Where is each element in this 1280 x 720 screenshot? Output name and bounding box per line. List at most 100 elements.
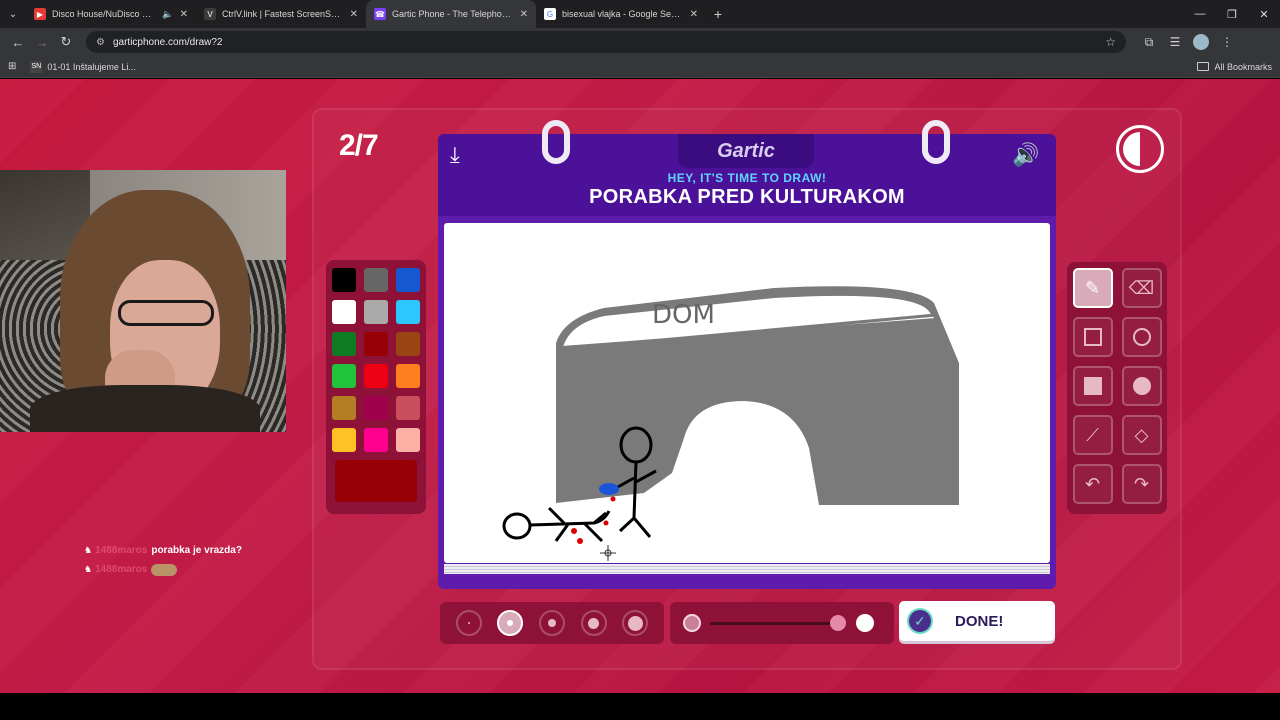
color-swatch[interactable] (396, 300, 420, 324)
site-info-icon[interactable]: ⚙ (96, 37, 105, 48)
eraser-icon: ⌫ (1128, 277, 1155, 298)
profile-avatar[interactable] (1193, 34, 1209, 50)
color-swatch[interactable] (364, 428, 388, 452)
filled-rectangle-tool-button[interactable] (1072, 366, 1113, 406)
brush-size-option[interactable] (580, 610, 607, 636)
stream-chat: ♞ 1488maros porabka je vrazda? ♞ 1488maro… (84, 541, 242, 579)
notebook-header: ⤓ Gartic 🔊 HEY, IT'S TIME TO DRAW! PORAB… (438, 134, 1056, 216)
rectangle-tool-button[interactable] (1072, 317, 1113, 357)
reading-list-icon[interactable]: ☰ (1162, 30, 1188, 54)
color-swatch[interactable] (364, 364, 388, 388)
brush-size-option[interactable] (622, 610, 649, 636)
binder-ring-left (542, 120, 570, 164)
color-swatch[interactable] (332, 268, 356, 292)
filled-ellipse-tool-button[interactable] (1121, 366, 1162, 406)
browser-tab[interactable]: V CtrlV.link | Fastest ScreenShot a ✕ (196, 0, 366, 28)
color-swatch[interactable] (332, 332, 356, 356)
color-swatch[interactable] (396, 428, 420, 452)
tab-close-icon[interactable]: ✕ (690, 9, 698, 20)
tab-close-icon[interactable]: ✕ (520, 9, 528, 20)
pen-tool-button[interactable]: ✎ (1072, 268, 1113, 308)
drawing-notebook: ⤓ Gartic 🔊 HEY, IT'S TIME TO DRAW! PORAB… (438, 120, 1056, 589)
color-swatch[interactable] (396, 332, 420, 356)
minimize-icon[interactable]: — (1184, 0, 1216, 28)
color-swatch[interactable] (364, 268, 388, 292)
extensions-icon[interactable]: ⧉ (1136, 30, 1162, 54)
chat-text: porabka je vrazda? (151, 545, 242, 556)
drawing-lying-body (529, 506, 611, 543)
brush-dot-icon (547, 619, 556, 627)
tab-audio-icon[interactable]: 🔈 (162, 9, 173, 20)
tab-search-chevron-icon[interactable]: ⌄ (0, 0, 26, 28)
color-swatch[interactable] (364, 396, 388, 420)
eraser-tool-button[interactable]: ⌫ (1121, 268, 1162, 308)
browser-tab[interactable]: ▶ Disco House/NuDisco Meg 🔈 ✕ (26, 0, 196, 28)
color-swatch[interactable] (396, 268, 420, 292)
drawing-label: DOM (652, 300, 715, 330)
brush-size-option[interactable] (538, 610, 565, 636)
tab-close-icon[interactable]: ✕ (180, 9, 188, 20)
brush-size-option[interactable] (497, 610, 524, 636)
opacity-slider[interactable] (670, 602, 894, 644)
checkmark-icon: ✓ (907, 608, 933, 634)
current-color-swatch (335, 460, 417, 502)
redo-button[interactable]: ↷ (1121, 464, 1162, 504)
download-icon[interactable]: ⤓ (450, 142, 460, 168)
back-arrow-icon[interactable]: ← (6, 30, 30, 54)
close-window-icon[interactable]: ✕ (1248, 0, 1280, 28)
draw-prompt: PORABKA PRED KULTURAKOM (589, 186, 905, 208)
opacity-min-indicator (683, 614, 701, 632)
color-palette (326, 260, 426, 514)
folder-icon (1197, 62, 1210, 71)
chat-username: 1488maros (95, 545, 148, 556)
tab-title: bisexual vlajka - Google Search (562, 9, 684, 19)
done-button[interactable]: ✓ DONE! (899, 601, 1055, 641)
ellipse-tool-button[interactable] (1121, 317, 1162, 357)
all-bookmarks-button[interactable]: All Bookmarks (1197, 62, 1272, 72)
brush-dot-icon (627, 615, 643, 631)
color-swatch[interactable] (364, 332, 388, 356)
color-swatch[interactable] (396, 396, 420, 420)
browser-menu-icon[interactable]: ⋮ (1214, 30, 1240, 54)
opacity-track[interactable] (710, 622, 840, 625)
color-swatch[interactable] (364, 300, 388, 324)
brush-size-option[interactable] (455, 610, 482, 636)
bookmark-item[interactable]: 01-01 Inštalujeme Li... (47, 62, 136, 72)
line-tool-button[interactable]: ⟋ (1072, 415, 1113, 455)
color-swatch[interactable] (332, 300, 356, 324)
undo-icon: ↶ (1084, 473, 1101, 494)
undo-button[interactable]: ↶ (1072, 464, 1113, 504)
tool-panel: ✎ ⌫ ⟋ ◇ ↶ ↷ (1067, 262, 1167, 514)
chat-message: ♞ 1488maros porabka je vrazda? (84, 541, 242, 560)
color-swatch[interactable] (332, 396, 356, 420)
address-bar[interactable]: ⚙ garticphone.com/draw?2 ☆ (86, 31, 1126, 53)
apps-grid-icon[interactable]: ⊞ (8, 61, 16, 72)
new-tab-plus-icon[interactable]: + (706, 0, 730, 28)
browser-tab[interactable]: G bisexual vlajka - Google Search ✕ (536, 0, 706, 28)
reload-icon[interactable]: ↻ (54, 30, 78, 54)
bookmark-star-icon[interactable]: ☆ (1105, 35, 1116, 49)
round-counter: 2/7 (339, 129, 379, 162)
color-swatch[interactable] (396, 364, 420, 388)
browser-tab[interactable]: ☎ Gartic Phone - The Telephone G ✕ (366, 0, 536, 28)
tab-title: CtrlV.link | Fastest ScreenShot a (222, 9, 344, 19)
tab-title: Disco House/NuDisco Meg (52, 9, 159, 19)
gartic-logo: Gartic (678, 134, 814, 168)
bookmarks-bar: ⊞ SN 01-01 Inštalujeme Li... All Bookmar… (0, 56, 1280, 78)
color-swatch[interactable] (332, 428, 356, 452)
forward-arrow-icon[interactable]: → (30, 30, 54, 54)
chat-message: ♞ 1488maros (84, 560, 242, 579)
tab-title: Gartic Phone - The Telephone G (392, 9, 514, 19)
bookmark-favicon: SN (30, 60, 43, 73)
drawing: DOM (502, 286, 959, 561)
drawing-canvas[interactable]: DOM (444, 223, 1050, 563)
volume-icon[interactable]: 🔊 (1012, 142, 1039, 168)
brush-dot-icon (467, 622, 470, 624)
redo-icon: ↷ (1133, 473, 1150, 494)
user-badge-icon: ♞ (84, 564, 93, 574)
tab-close-icon[interactable]: ✕ (350, 9, 358, 20)
restore-icon[interactable]: ❐ (1216, 0, 1248, 28)
color-swatch[interactable] (332, 364, 356, 388)
opacity-slider-handle[interactable] (830, 615, 846, 631)
fill-bucket-tool-button[interactable]: ◇ (1121, 415, 1162, 455)
